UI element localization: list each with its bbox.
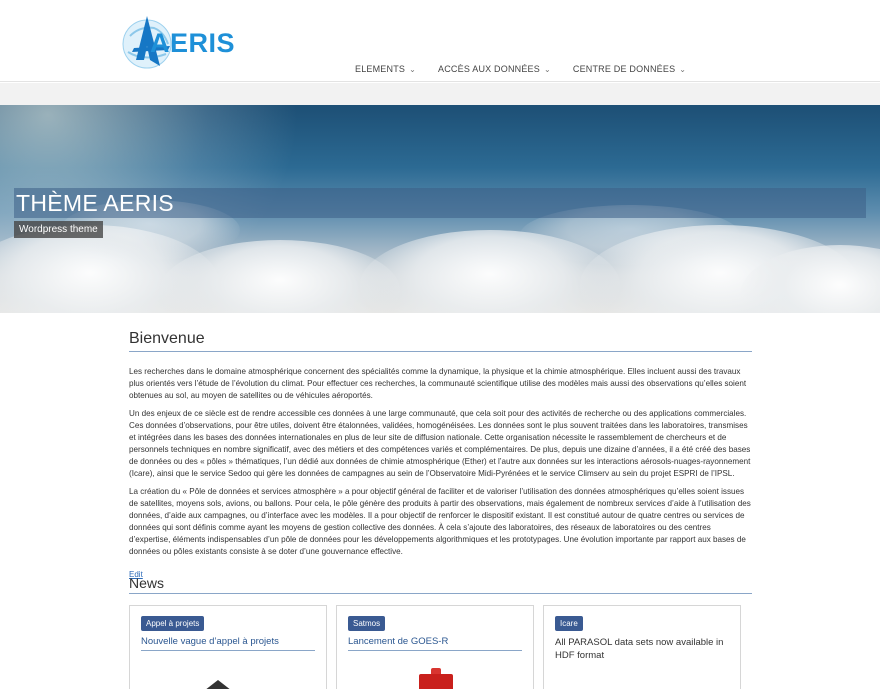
news-card-title[interactable]: All PARASOL data sets now available in H… xyxy=(555,636,729,665)
chevron-down-icon: ⌄ xyxy=(409,64,417,74)
nav-item-centre-de-donnees[interactable]: CENTRE DE DONNÉES ⌄ xyxy=(573,64,686,74)
intro-paragraph: La création du « Pôle de données et serv… xyxy=(129,487,751,556)
nav-item-label: ELEMENTS xyxy=(355,64,406,74)
main-nav: ELEMENTS ⌄ ACCÈS AUX DONNÉES ⌄ CENTRE DE… xyxy=(355,64,708,74)
news-thumbnail xyxy=(200,680,236,689)
chevron-down-icon: ⌄ xyxy=(679,64,687,74)
logo-text: AERIS xyxy=(150,28,236,58)
category-badge[interactable]: Icare xyxy=(555,616,583,631)
nav-item-elements[interactable]: ELEMENTS ⌄ xyxy=(355,64,416,74)
main-content: Bienvenue Les recherches dans le domaine… xyxy=(129,330,752,582)
nav-item-label: CENTRE DE DONNÉES xyxy=(572,64,676,74)
chevron-down-icon: ⌄ xyxy=(543,64,551,74)
news-card-title[interactable]: Nouvelle vague d’appel à projets xyxy=(141,636,315,651)
intro-paragraph: Les recherches dans le domaine atmosphér… xyxy=(129,367,747,400)
category-badge[interactable]: Satmos xyxy=(348,616,386,631)
news-heading: News xyxy=(129,575,752,594)
category-badge[interactable]: Appel à projets xyxy=(141,616,205,631)
news-thumbnail xyxy=(419,674,453,689)
intro-paragraph: Un des enjeux de ce siècle est de rendre… xyxy=(129,409,751,478)
page-title: Bienvenue xyxy=(129,330,752,352)
news-card[interactable]: Appel à projets Nouvelle vague d’appel à… xyxy=(129,605,327,689)
header-spacer-band xyxy=(0,83,880,105)
news-card[interactable]: Satmos Lancement de GOES-R xyxy=(336,605,534,689)
nav-item-acces-aux-donnees[interactable]: ACCÈS AUX DONNÉES ⌄ xyxy=(438,64,551,74)
hero-banner: THÈME AERIS Wordpress theme xyxy=(0,105,880,313)
news-card-title[interactable]: Lancement de GOES-R xyxy=(348,636,522,651)
site-header: AERIS ELEMENTS ⌄ ACCÈS AUX DONNÉES ⌄ CEN… xyxy=(0,0,880,82)
hero-subtitle: Wordpress theme xyxy=(14,221,103,238)
news-cards: Appel à projets Nouvelle vague d’appel à… xyxy=(129,605,752,689)
nav-item-label: ACCÈS AUX DONNÉES xyxy=(438,64,540,74)
news-card[interactable]: Icare All PARASOL data sets now availabl… xyxy=(543,605,741,689)
hero-title: THÈME AERIS xyxy=(16,190,174,216)
